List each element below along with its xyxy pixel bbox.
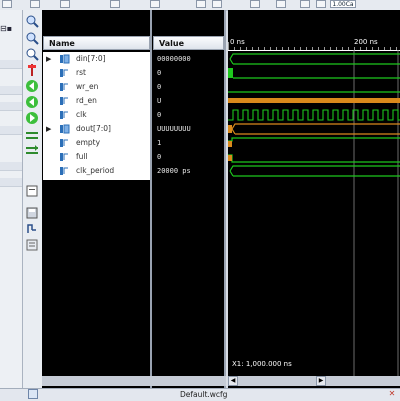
signal-row[interactable]: empty: [43, 136, 150, 150]
zoom-in-icon[interactable]: [25, 14, 39, 28]
signal-value: 0: [157, 111, 162, 119]
signal-row[interactable]: full: [43, 150, 150, 164]
left-panel-row[interactable]: [0, 86, 22, 95]
group-icon[interactable]: [25, 144, 39, 158]
zoom-out-icon[interactable]: [25, 31, 39, 45]
names-scrollbar[interactable]: [42, 376, 226, 386]
bus-waveform: [229, 53, 400, 65]
value-column-header[interactable]: Value: [153, 36, 224, 50]
signal-icon: [60, 97, 68, 105]
toolbar-button-9[interactable]: [276, 0, 286, 8]
signal-name: wr_en: [76, 82, 99, 91]
toolbar-button-3[interactable]: [60, 0, 70, 8]
signal-value: 0: [157, 69, 162, 77]
signal-value: UUUUUUUU: [157, 125, 191, 133]
signal-name: full: [76, 152, 88, 161]
bit-waveform: [228, 154, 400, 163]
marker-icon[interactable]: [25, 63, 39, 77]
undefined-waveform: [228, 98, 400, 103]
signal-icon: [60, 111, 68, 119]
signal-value: 0: [157, 83, 162, 91]
scroll-right-button[interactable]: ▶: [316, 376, 326, 386]
toolbar-button-11[interactable]: [316, 0, 326, 8]
toolbar-button-1[interactable]: [2, 0, 12, 8]
undefined-waveform: [228, 155, 232, 161]
bus-waveform-head: [228, 125, 232, 133]
expand-arrow-icon[interactable]: ▶: [46, 52, 51, 66]
signal-name: rst: [76, 68, 86, 77]
reset-pulse: [228, 68, 233, 78]
swap-icon[interactable]: [25, 128, 39, 142]
left-panel-row[interactable]: [0, 102, 22, 111]
signal-value: 0: [157, 153, 162, 161]
left-panel-row[interactable]: [0, 162, 22, 171]
signal-name: clk_period: [76, 166, 115, 175]
bit-waveform: [228, 137, 400, 142]
signal-value: 00000000: [157, 55, 191, 63]
signal-row[interactable]: wr_en: [43, 80, 150, 94]
zoom-fit-icon[interactable]: [25, 47, 39, 61]
signal-value: U: [157, 97, 162, 105]
signal-row[interactable]: rst: [43, 66, 150, 80]
signal-name: empty: [76, 138, 101, 147]
toolbar-button-8[interactable]: [250, 0, 260, 8]
undefined-waveform: [228, 141, 232, 147]
signal-row[interactable]: clk_period: [43, 164, 150, 178]
toolbar-button-10[interactable]: [300, 0, 310, 8]
signal-icon: [60, 69, 68, 77]
signal-icon: [60, 83, 68, 91]
signal-name: rd_en: [76, 96, 97, 105]
name-column-header[interactable]: Name: [43, 36, 150, 50]
left-panel: ⊟▪: [0, 10, 23, 388]
toolbar-button-6[interactable]: [196, 0, 206, 8]
clock-waveform: [228, 109, 400, 121]
go-prev-icon[interactable]: [25, 95, 39, 109]
left-panel-row[interactable]: [0, 178, 22, 187]
signal-name: clk: [76, 110, 87, 119]
cursor-readout: X1: 1,000.000 ns: [232, 360, 292, 368]
tab-default-wcfg[interactable]: Default.wcfg: [180, 390, 227, 399]
waveform-canvas[interactable]: [228, 36, 400, 376]
zoom-select[interactable]: 1.00Ca: [330, 0, 356, 8]
restore-icon[interactable]: ⊟▪: [0, 24, 20, 34]
go-first-icon[interactable]: [25, 79, 39, 93]
signal-value: 20000 ps: [157, 167, 191, 175]
signal-icon: [60, 153, 68, 161]
signal-row[interactable]: ▶ din[7:0]: [43, 52, 150, 66]
signal-icon: [60, 139, 68, 147]
scroll-left-button[interactable]: ◀: [228, 376, 238, 386]
save-icon[interactable]: [25, 206, 39, 220]
toolbar-button-2[interactable]: [30, 0, 40, 8]
bus-signal-icon: [60, 54, 70, 64]
wave-toolbar: [23, 10, 43, 388]
bus-waveform: [231, 123, 400, 135]
snap-icon[interactable]: [25, 222, 39, 236]
signal-row[interactable]: ▶ dout[7:0]: [43, 122, 150, 136]
expand-arrow-icon[interactable]: ▶: [46, 122, 51, 136]
signal-name: din[7:0]: [76, 54, 106, 63]
signal-value: 1: [157, 139, 162, 147]
signal-row[interactable]: rd_en: [43, 94, 150, 108]
signal-icon: [60, 167, 68, 175]
signal-row[interactable]: clk: [43, 108, 150, 122]
go-next-icon[interactable]: [25, 111, 39, 125]
wcfg-file-icon: [28, 389, 38, 399]
bus-signal-icon: [60, 124, 70, 134]
left-panel-row[interactable]: [0, 126, 22, 135]
signal-name-list: ▶ din[7:0] rst wr_en rd_enclk ▶ dout[7:0] empty…: [43, 52, 150, 180]
divider-icon[interactable]: [25, 184, 39, 198]
bus-waveform: [229, 165, 400, 177]
left-panel-row[interactable]: [0, 60, 22, 69]
toolbar-button-4[interactable]: [110, 0, 120, 8]
toolbar-button-5[interactable]: [150, 0, 160, 8]
close-icon[interactable]: ✕: [387, 389, 397, 399]
list-icon[interactable]: [25, 238, 39, 252]
toolbar-button-7[interactable]: [212, 0, 222, 8]
signal-name: dout[7:0]: [76, 124, 111, 133]
wave-scrollbar[interactable]: [228, 376, 400, 386]
